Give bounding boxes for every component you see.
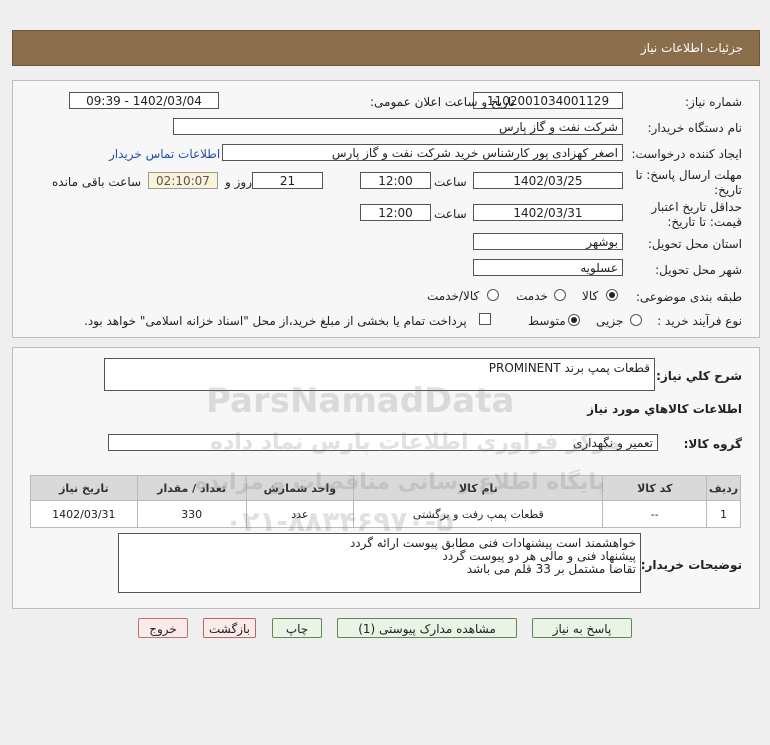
goods-group-label: گروه کالا:	[683, 437, 742, 451]
category-goods-service-label: کالا/خدمت	[427, 289, 480, 303]
buyer-org-label: نام دستگاه خریدار:	[647, 121, 743, 135]
goods-table-header: ردیف کد کالا نام کالا واحد شمارش تعداد /…	[30, 475, 742, 501]
exit-button[interactable]: خروج	[138, 618, 188, 638]
buyer-org-field: شرکت نفت و گاز پارس	[173, 118, 623, 135]
validity-label-1: حداقل تاریخ اعتبار	[651, 200, 742, 214]
announce-label: تاریخ و ساعت اعلان عمومی:	[370, 95, 515, 109]
validity-date-field: 1402/03/31	[473, 204, 623, 221]
purchase-medium-label: متوسط	[528, 314, 566, 328]
treasury-payment-checkbox[interactable]	[479, 313, 491, 325]
validity-time-field: 12:00	[360, 204, 431, 221]
province-field: بوشهر	[473, 233, 623, 250]
deadline-time-label: ساعت	[434, 175, 467, 189]
category-label: طبقه بندی موضوعی:	[635, 290, 742, 304]
page-header: جزئیات اطلاعات نیاز	[12, 30, 760, 66]
category-radio-goods[interactable]	[606, 289, 618, 301]
col-header-code: کد کالا	[602, 475, 707, 501]
col-header-row-num: ردیف	[705, 475, 742, 501]
purchase-radio-medium[interactable]	[568, 314, 580, 326]
col-header-date: تاریخ نیاز	[30, 475, 138, 501]
category-goods-label: کالا	[582, 289, 599, 303]
category-radio-service[interactable]	[554, 289, 566, 301]
category-radio-goods-service[interactable]	[487, 289, 499, 301]
days-field: 21	[252, 172, 323, 189]
category-service-label: خدمت	[516, 289, 548, 303]
purchase-type-label: نوع فرآیند خرید :	[657, 314, 742, 328]
creator-label: ایجاد کننده درخواست:	[631, 147, 742, 161]
print-button[interactable]: چاپ	[272, 618, 322, 638]
validity-label-2: قیمت: تا تاریخ:	[667, 215, 742, 229]
treasury-payment-note: پرداخت تمام یا بخشی از مبلغ خرید،از محل …	[84, 314, 467, 328]
deadline-label-2: تاریخ:	[714, 183, 742, 197]
general-desc-label: شرح کلي نياز:	[656, 369, 742, 383]
col-header-unit: واحد شمارش	[245, 475, 355, 501]
back-button[interactable]: بازگشت	[203, 618, 256, 638]
cell-row-num: 1	[705, 500, 742, 528]
cell-date: 1402/03/31	[30, 500, 138, 528]
days-label: روز و	[225, 175, 252, 189]
cell-qty: 330	[136, 500, 247, 528]
announce-field: 1402/03/04 - 09:39	[69, 92, 219, 109]
province-label: استان محل تحویل:	[647, 237, 742, 251]
deadline-time-field: 12:00	[360, 172, 431, 189]
cell-name: قطعات پمپ رفت و برگشتی	[353, 500, 604, 528]
general-desc-text: قطعات پمپ برند PROMINENT	[488, 361, 650, 375]
buyer-notes-box: خواهشمند است پیشنهادات فنی مطابق پیوست ا…	[118, 533, 641, 593]
goods-table: ردیف کد کالا نام کالا واحد شمارش تعداد /…	[30, 475, 742, 528]
purchase-radio-minor[interactable]	[630, 314, 642, 326]
goods-info-title: اطلاعات کالاهاي مورد نياز	[587, 402, 742, 416]
validity-time-label: ساعت	[434, 207, 467, 221]
buyer-note-line: تقاضا مشتمل بر 33 قلم می باشد	[466, 562, 636, 576]
col-header-qty: تعداد / مقدار	[136, 475, 247, 501]
table-row: 1 -- قطعات پمپ رفت و برگشتی عدد 330 1402…	[30, 500, 742, 528]
cell-unit: عدد	[245, 500, 355, 528]
need-number-label: شماره نیاز:	[685, 95, 742, 109]
general-desc-box: قطعات پمپ برند PROMINENT	[104, 358, 655, 391]
deadline-date-field: 1402/03/25	[473, 172, 623, 189]
contact-buyer-link[interactable]: اطلاعات تماس خریدار	[109, 147, 220, 161]
creator-field: اصغر کهزادی پور کارشناس خرید شرکت نفت و …	[222, 144, 623, 161]
reply-to-need-button[interactable]: پاسخ به نیاز	[532, 618, 632, 638]
city-label: شهر محل تحویل:	[655, 263, 742, 277]
purchase-minor-label: جزیی	[596, 314, 624, 328]
deadline-label-1: مهلت ارسال پاسخ: تا	[635, 168, 742, 182]
remaining-label: ساعت باقی مانده	[52, 175, 142, 189]
goods-group-field: تعمیر و نگهداری	[108, 434, 658, 451]
buyer-notes-label: توضیحات خریدار:	[640, 558, 742, 572]
view-attachments-button[interactable]: مشاهده مدارک پیوستی (1)	[337, 618, 517, 638]
remaining-timer: 02:10:07	[148, 172, 218, 189]
cell-code: --	[602, 500, 707, 528]
city-field: عسلویه	[473, 259, 623, 276]
page-title: جزئیات اطلاعات نیاز	[640, 41, 743, 55]
col-header-name: نام کالا	[353, 475, 604, 501]
